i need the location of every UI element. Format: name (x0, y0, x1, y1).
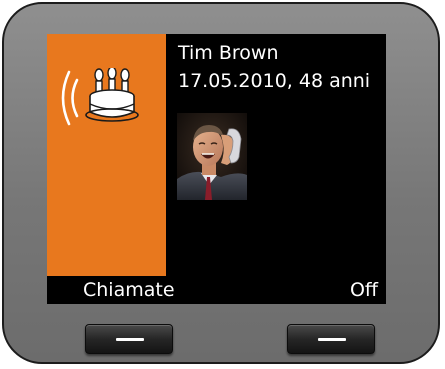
left-softkey-dash-icon (116, 338, 144, 341)
left-softkey-button[interactable] (85, 324, 173, 354)
right-softkey-dash-icon (318, 338, 346, 341)
softkey-bar: Chiamate Off (47, 276, 386, 304)
display-screen: Tim Brown 17.05.2010, 48 anni Chiamate O… (47, 34, 386, 304)
birthday-notification-panel (47, 34, 166, 276)
ringing-waves-icon (55, 68, 81, 128)
birthday-date-age: 17.05.2010, 48 anni (178, 70, 371, 92)
softkey-right-label: Off (349, 279, 378, 301)
softkey-left-label: Chiamate (83, 279, 175, 301)
phone-device: Tim Brown 17.05.2010, 48 anni Chiamate O… (2, 2, 440, 364)
right-softkey-button[interactable] (287, 324, 375, 354)
birthday-cake-icon (85, 66, 139, 124)
caller-name: Tim Brown (178, 42, 279, 64)
caller-photo (177, 113, 247, 200)
